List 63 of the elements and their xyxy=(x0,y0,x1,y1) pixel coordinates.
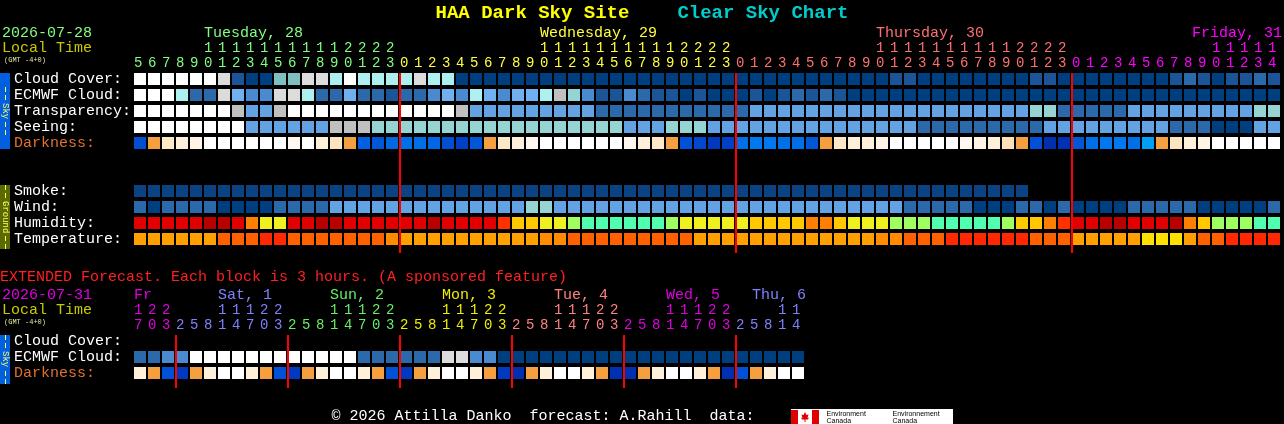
midnight-line xyxy=(511,335,513,388)
local-time-label: Local Time xyxy=(1,303,93,319)
chart-date: 2026-07-31 xyxy=(1,288,93,304)
day-label: Friday, 31 xyxy=(1192,26,1282,41)
hour-labels: 012345678901234 xyxy=(1071,56,1282,71)
midnight-line xyxy=(399,335,401,388)
extended-forecast-heading: EXTENDED Forecast. Each block is 3 hours. (A sponsored feature) xyxy=(0,269,569,288)
row-label: Transparency: xyxy=(13,105,133,118)
row-label: ECMWF Cloud: xyxy=(13,89,124,102)
chart-title: HAA Dark Sky Site xyxy=(435,1,630,25)
side-bar-label: Sky xyxy=(0,102,10,120)
day-label: Thursday, 30 xyxy=(876,26,985,41)
hour-tens-labels: 11122 xyxy=(554,303,624,319)
hour-tens-labels: 11122 xyxy=(218,303,288,319)
local-time-label: Local Time xyxy=(1,41,93,56)
row-label: Darkness: xyxy=(13,137,96,150)
credits-text: © 2026 Attilla Danko forecast: A.Rahill data: xyxy=(331,407,755,424)
day-label: Tuesday, 28 xyxy=(204,26,304,41)
hour-tens-labels: 11111111112222 xyxy=(203,41,400,56)
side-bar-label: Ground xyxy=(0,201,10,234)
hour-tens-labels: 11122 xyxy=(330,303,400,319)
row-label: Cloud Cover: xyxy=(13,335,124,349)
row-label: ECMWF Cloud: xyxy=(13,351,124,365)
hour-tens-labels: 11111111112222 xyxy=(875,41,1072,56)
row-label: Cloud Cover: xyxy=(13,73,124,86)
row-label: Smoke: xyxy=(13,185,69,198)
day-label: Thu, 6 xyxy=(752,288,806,304)
row-label: Darkness: xyxy=(13,367,96,381)
hour-labels: 012345678901234567890123 xyxy=(735,56,1072,71)
day-label: Sun, 2 xyxy=(330,288,384,304)
hour-tens-labels: 11 xyxy=(778,303,806,319)
day-label: Wed, 5 xyxy=(666,288,720,304)
midnight-line xyxy=(287,335,289,388)
chart-title: Clear Sky Chart xyxy=(677,1,849,25)
hour-tens-labels: 11111111112222 xyxy=(539,41,736,56)
row-label: Humidity: xyxy=(13,217,96,230)
hour-labels: 25814703 xyxy=(512,318,624,334)
hour-labels: 25814703 xyxy=(624,318,736,334)
hour-labels: 25814703 xyxy=(176,318,288,334)
row-label: Wind: xyxy=(13,201,60,214)
midnight-line xyxy=(175,335,177,388)
midnight-line xyxy=(623,335,625,388)
hour-labels: 5678901234567890123 xyxy=(133,56,400,71)
hour-tens-labels: 11122 xyxy=(442,303,512,319)
hour-tens-labels: 122 xyxy=(134,303,176,319)
hour-tens-labels: 11111 xyxy=(1212,41,1282,56)
day-label: Sat, 1 xyxy=(218,288,272,304)
row-label: Seeing: xyxy=(13,121,78,134)
chart-date: 2026-07-28 xyxy=(1,26,93,41)
flag-icon xyxy=(790,409,819,424)
midnight-line xyxy=(735,335,737,388)
hour-labels: 25814703 xyxy=(400,318,512,334)
hour-tens-labels: 11122 xyxy=(666,303,736,319)
day-label: Mon, 3 xyxy=(442,288,496,304)
hour-labels: 703 xyxy=(134,318,176,334)
hour-labels: 25814703 xyxy=(288,318,400,334)
day-label: Wednesday, 29 xyxy=(540,26,658,41)
hour-labels: 25814 xyxy=(736,318,806,334)
side-bar-label: Sky xyxy=(0,351,10,368)
hour-labels: 012345678901234567890123 xyxy=(399,56,736,71)
day-label: Tue, 4 xyxy=(554,288,608,304)
day-label: Fr xyxy=(134,288,152,304)
row-label: Temperature: xyxy=(13,233,124,246)
